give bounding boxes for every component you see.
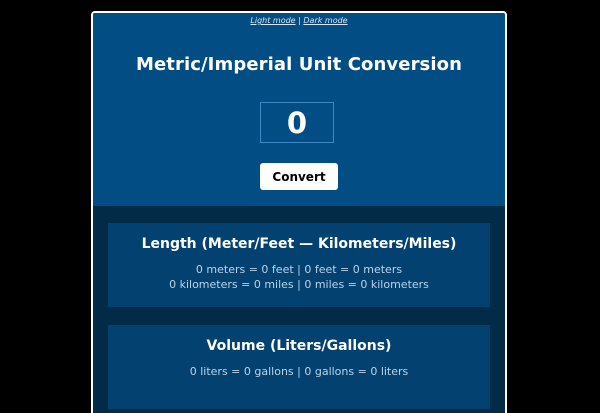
convert-button[interactable]: Convert [260, 163, 338, 190]
dark-mode-link[interactable]: Dark mode [303, 16, 347, 25]
length-result-line: 0 kilometers = 0 miles | 0 miles = 0 kil… [169, 278, 429, 291]
results-panel: Length (Meter/Feet — Kilometers/Miles) 0… [93, 206, 505, 409]
volume-result-card: Volume (Liters/Gallons) 0 liters = 0 gal… [108, 325, 490, 409]
value-input[interactable] [260, 102, 334, 143]
converter-app: Light mode | Dark mode Metric/Imperial U… [91, 11, 507, 413]
mode-switcher: Light mode | Dark mode [93, 15, 505, 26]
length-result-title: Length (Meter/Feet — Kilometers/Miles) [141, 236, 457, 252]
page-title: Metric/Imperial Unit Conversion [135, 54, 463, 75]
length-result-line: 0 meters = 0 feet | 0 feet = 0 meters [195, 263, 403, 276]
mode-separator: | [298, 16, 301, 25]
light-mode-link[interactable]: Light mode [250, 16, 295, 25]
volume-result-line: 0 liters = 0 gallons | 0 gallons = 0 lit… [189, 365, 409, 378]
volume-result-title: Volume (Liters/Gallons) [206, 338, 392, 354]
header-panel: Light mode | Dark mode Metric/Imperial U… [93, 13, 505, 206]
length-result-card: Length (Meter/Feet — Kilometers/Miles) 0… [108, 223, 490, 307]
